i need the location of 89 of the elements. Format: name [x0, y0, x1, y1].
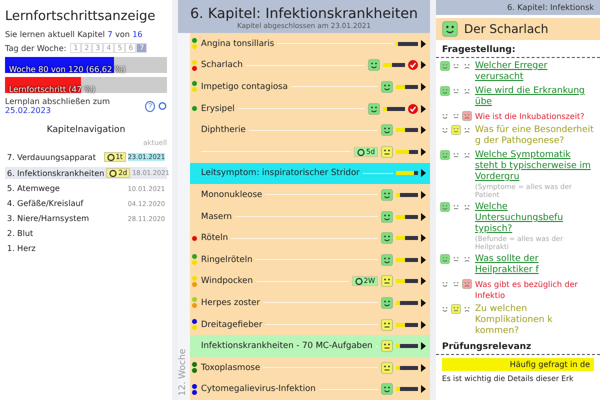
- play-arrow-icon[interactable]: [421, 277, 426, 286]
- chapter-status: Sie lernen aktuell Kapitel 7 von 16: [5, 30, 144, 39]
- rating-face-icon[interactable]: [440, 61, 450, 71]
- play-arrow-icon[interactable]: [421, 61, 426, 70]
- play-arrow-icon[interactable]: [421, 82, 426, 91]
- topic-row[interactable]: Leitsymptom: inspiratorischer Stridor: [190, 162, 430, 184]
- topic-name: Erysipel: [201, 104, 235, 114]
- topic-name: Mononukleose: [201, 190, 262, 200]
- rating-face-icon[interactable]: [451, 254, 461, 264]
- topic-name: Infektionskrankheiten - 70 MC-Aufgaben: [201, 341, 373, 352]
- rating-face-icon[interactable]: [462, 86, 472, 96]
- play-arrow-icon[interactable]: [421, 342, 426, 350]
- play-arrow-icon[interactable]: [421, 256, 426, 264]
- chapter-nav-item[interactable]: 2. Blut: [7, 229, 165, 238]
- chapter-nav-item[interactable]: 5. Atemwege: [7, 184, 126, 193]
- topic-name: Herpes zoster: [201, 298, 260, 308]
- play-arrow-icon[interactable]: [421, 320, 426, 329]
- question-link[interactable]: Was gibt es bezüglich der Infektio: [475, 279, 596, 301]
- finish-date-text: Lernplan abschließen zum 25.02.2023: [5, 97, 111, 115]
- rating-face-icon[interactable]: [451, 111, 461, 121]
- topic-name: Dreitagefieber: [201, 320, 262, 330]
- play-arrow-icon[interactable]: [421, 104, 426, 113]
- topic-name: Ringelröteln: [201, 254, 252, 265]
- rating-face-icon[interactable]: [451, 202, 461, 212]
- play-arrow-icon[interactable]: [421, 148, 426, 156]
- topic-name: Angina tonsillaris: [201, 38, 274, 49]
- rating-face-icon[interactable]: [440, 279, 450, 289]
- topic-name: Diphtherie: [201, 125, 246, 136]
- question-link[interactable]: Was sollte der Heilpraktiker f: [475, 254, 596, 276]
- chapter-title: 6. Kapitel: Infektionskrankheiten: [189, 6, 419, 22]
- rating-face-icon[interactable]: [440, 202, 450, 212]
- question-link[interactable]: Welche Untersuchungsbefu typisch?: [475, 202, 596, 235]
- topic-name: Leitsymptom: inspiratorischer Stridor: [201, 168, 360, 178]
- play-arrow-icon[interactable]: [421, 364, 426, 372]
- weekday-label: Tag der Woche:: [5, 44, 66, 52]
- question-link[interactable]: Welcher Erreger verursacht: [475, 61, 596, 83]
- rating-face-icon[interactable]: [451, 125, 461, 135]
- topic-name: Masern: [201, 212, 232, 222]
- rating-face-icon[interactable]: [440, 125, 450, 135]
- section-heading: Kapitelnavigation: [46, 125, 126, 135]
- topic-title: Der Scharlach: [464, 22, 548, 36]
- chapter-nav-item[interactable]: 1. Herz: [7, 244, 165, 253]
- question-link[interactable]: Wie ist die Inkubationszeit?: [475, 111, 584, 122]
- week-label: 12. Woche: [178, 33, 190, 400]
- rating-face-icon[interactable]: [440, 111, 450, 121]
- topic-name: Impetigo contagiosa: [201, 82, 288, 92]
- section-heading: Prüfungsrelevanz: [436, 340, 600, 355]
- rating-face-icon[interactable]: [451, 61, 461, 71]
- rating-face-icon[interactable]: [451, 279, 461, 289]
- progress-label: Woche 80 von 120 (66,62 %): [8, 65, 126, 74]
- topic-row[interactable]: Infektionskrankheiten - 70 MC-Aufgaben: [190, 335, 430, 357]
- topic-name: Windpocken: [201, 276, 253, 286]
- play-arrow-icon[interactable]: [421, 385, 426, 394]
- rating-face-icon[interactable]: [451, 150, 461, 160]
- rating-face-icon[interactable]: [462, 254, 472, 264]
- rating-face-icon[interactable]: [451, 304, 461, 314]
- rating-face-icon[interactable]: [462, 125, 472, 135]
- topic-name: Cytomegalievirus-Infektion: [201, 384, 316, 394]
- play-arrow-icon[interactable]: [421, 298, 426, 307]
- topic-name: Toxoplasmose: [201, 362, 260, 373]
- chapter-nav-item[interactable]: 4. Gefäße/Kreislauf: [7, 199, 126, 208]
- rating-face-icon[interactable]: [440, 254, 450, 264]
- panel-title: Lernfortschrittsanzeige: [5, 8, 156, 26]
- chapter-nav-item[interactable]: 3. Niere/Harnsystem: [7, 214, 126, 223]
- rating-face-icon[interactable]: [462, 61, 472, 71]
- relevance-banner: Häufig gefragt in de: [442, 358, 594, 371]
- rating-face-icon[interactable]: [462, 304, 472, 314]
- topic-name: Röteln: [201, 233, 228, 244]
- play-arrow-icon[interactable]: [421, 169, 426, 178]
- chapter-nav-item[interactable]: 6. Infektionskrankheiten: [7, 168, 104, 178]
- rating-face-icon[interactable]: [440, 150, 450, 160]
- question-link[interactable]: Wie wird die Erkrankung übe: [475, 86, 596, 108]
- section-heading: Fragestellung:: [436, 43, 600, 58]
- rating-face-icon[interactable]: [440, 304, 450, 314]
- rating-face-icon[interactable]: [462, 150, 472, 160]
- topic-name: Scharlach: [201, 60, 243, 70]
- question-link[interactable]: Welche Symptomatik steht b typischerweise im Vordergru: [475, 150, 596, 183]
- rating-face-icon[interactable]: [462, 111, 472, 121]
- rating-face-icon[interactable]: [451, 86, 461, 96]
- play-arrow-icon[interactable]: [421, 212, 426, 221]
- breadcrumb: 6. Kapitel: Infektionsk: [436, 0, 600, 15]
- rating-face-icon[interactable]: [440, 86, 450, 96]
- rating-face-icon[interactable]: [462, 202, 472, 212]
- chapter-nav-item[interactable]: 7. Verdauungsapparat: [7, 152, 102, 162]
- play-arrow-icon[interactable]: [421, 126, 426, 134]
- rating-face-icon[interactable]: [462, 279, 472, 289]
- play-arrow-icon[interactable]: [421, 40, 426, 48]
- play-arrow-icon[interactable]: [421, 190, 426, 199]
- play-arrow-icon[interactable]: [421, 234, 426, 242]
